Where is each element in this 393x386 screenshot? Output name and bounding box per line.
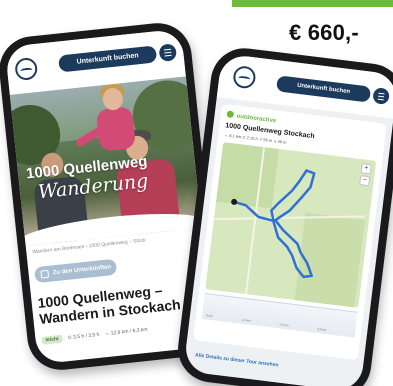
- details-link[interactable]: Alle Details zu dieser Tour ansehen: [195, 352, 279, 368]
- brand-label: outdooractive: [226, 110, 276, 124]
- logo-icon[interactable]: [14, 56, 39, 82]
- top-green-strip: [232, 0, 393, 7]
- lodging-button[interactable]: Zu den Unterkünften: [33, 258, 118, 284]
- route-line: [231, 169, 316, 279]
- menu-icon[interactable]: [372, 87, 391, 105]
- route-map[interactable]: + −: [205, 142, 377, 308]
- duration-label: ⊙ 3,5 h / 3,5 h: [67, 331, 100, 341]
- hero-image: 1000 Quellenweg Wanderung: [8, 68, 202, 247]
- zoom-in-button[interactable]: +: [360, 163, 372, 175]
- menu-icon[interactable]: [158, 43, 178, 62]
- book-lodging-button[interactable]: Unterkunft buchen: [57, 45, 158, 73]
- profile-tick: 1,0 km: [241, 317, 252, 323]
- profile-tick: 2,0 km: [279, 322, 289, 328]
- brand-logo-icon: [226, 110, 235, 119]
- book-lodging-button[interactable]: Unterkunft buchen: [275, 75, 372, 103]
- tour-meta: leicht ⊙ 3,5 h / 3,5 h ⇔ 12,9 km / 6,3 k…: [41, 324, 148, 346]
- difficulty-badge: leicht: [41, 334, 64, 345]
- right-phone-screen: Unterkunft buchen outdooractive 1000 Que…: [183, 53, 393, 386]
- profile-tick: 0 km: [205, 313, 213, 319]
- zoom-out-button[interactable]: −: [359, 175, 371, 187]
- right-phone-mockup: Unterkunft buchen outdooractive 1000 Que…: [174, 44, 393, 386]
- bed-icon: [40, 269, 50, 279]
- tour-card: outdooractive 1000 Quellenweg Stockach ↔…: [193, 103, 387, 361]
- lodging-button-label: Zu den Unterkünften: [52, 264, 112, 277]
- price-label: € 660,-: [289, 20, 359, 45]
- distance-label: ⇔ 12,9 km / 6,3 km: [104, 326, 148, 337]
- profile-tick: 3,0 km: [317, 327, 327, 333]
- logo-icon[interactable]: [232, 64, 257, 90]
